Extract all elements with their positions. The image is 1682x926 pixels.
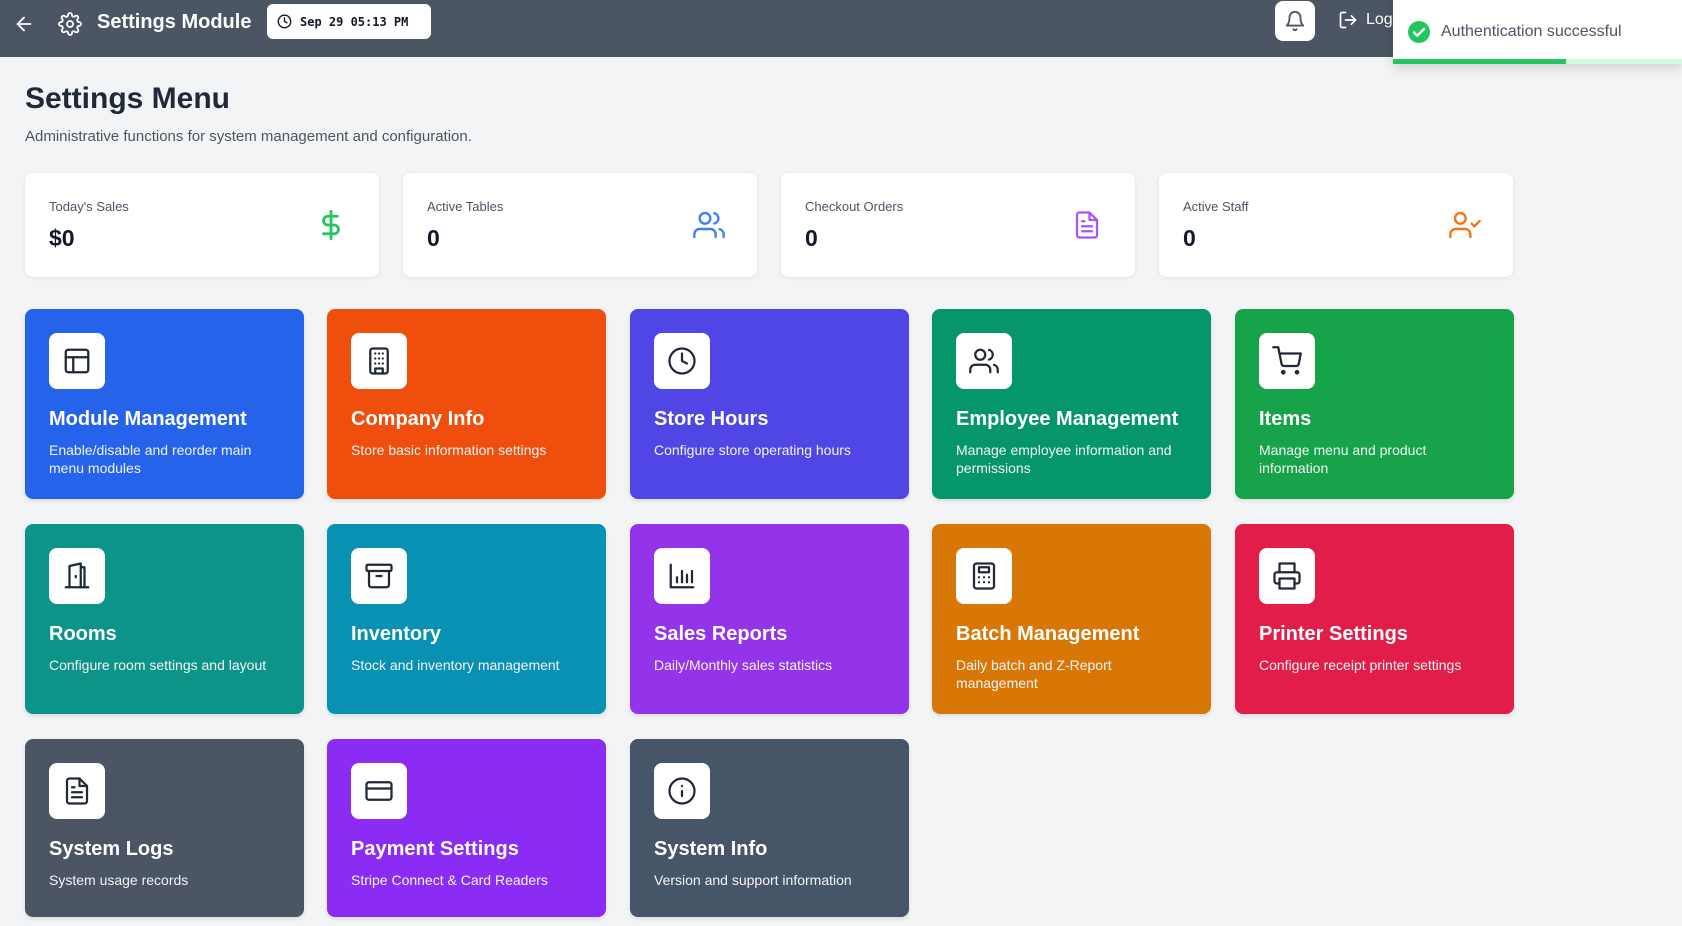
layout-icon	[49, 333, 105, 389]
card-title: Rooms	[49, 623, 117, 645]
stat-value: 0	[427, 225, 440, 251]
datetime-display: Sep 29 05:13 PM	[267, 4, 431, 39]
card-title: Printer Settings	[1259, 623, 1408, 645]
card-items[interactable]: Items Manage menu and product informatio…	[1235, 309, 1514, 499]
card-description: Manage employee information and permissi…	[956, 442, 1172, 476]
toast-notification[interactable]: Authentication successful	[1393, 0, 1682, 64]
card-description: Daily batch and Z-Report management	[956, 657, 1112, 691]
card-description: Configure room settings and layout	[49, 657, 267, 673]
page-subtitle: Administrative functions for system mana…	[25, 128, 472, 145]
card-description: Store basic information settings	[351, 442, 547, 458]
card-description: Daily/Monthly sales statistics	[654, 657, 833, 673]
card-description: Configure store operating hours	[654, 442, 851, 458]
card-title: Payment Settings	[351, 838, 519, 860]
building-icon	[351, 333, 407, 389]
card-store-hours[interactable]: Store Hours Configure store operating ho…	[630, 309, 909, 499]
logout-button[interactable]: Log	[1338, 10, 1393, 30]
bar-chart-icon	[654, 548, 710, 604]
printer-icon	[1259, 548, 1315, 604]
cart-icon	[1259, 333, 1315, 389]
stat-card-checkout-orders: Checkout Orders 0	[781, 173, 1135, 277]
card-title: Employee Management	[956, 408, 1179, 430]
card-description: Configure receipt printer settings	[1259, 657, 1462, 673]
card-description: System usage records	[49, 872, 189, 888]
stat-label: Active Staff	[1183, 199, 1249, 214]
info-icon	[654, 763, 710, 819]
toast-progress-track	[1393, 59, 1682, 64]
card-title: System Logs	[49, 838, 174, 860]
check-circle-icon	[1408, 21, 1430, 43]
card-description: Stripe Connect & Card Readers	[351, 872, 548, 888]
dollar-icon	[313, 207, 349, 243]
card-title: Store Hours	[654, 408, 769, 430]
card-title: Module Management	[49, 408, 247, 430]
card-sales-reports[interactable]: Sales Reports Daily/Monthly sales statis…	[630, 524, 909, 714]
stat-card-todays-sales: Today's Sales $0	[25, 173, 379, 277]
card-company-info[interactable]: Company Info Store basic information set…	[327, 309, 606, 499]
stat-card-active-staff: Active Staff 0	[1159, 173, 1513, 277]
logout-label: Log	[1366, 11, 1393, 28]
card-employee-management[interactable]: Employee Management Manage employee info…	[932, 309, 1211, 499]
toast-message: Authentication successful	[1441, 23, 1622, 40]
notifications-button[interactable]	[1275, 1, 1315, 41]
stat-label: Active Tables	[427, 199, 504, 214]
stat-value: 0	[1183, 225, 1196, 251]
stat-label: Checkout Orders	[805, 199, 904, 214]
document-icon	[1069, 207, 1105, 243]
back-button[interactable]	[8, 8, 40, 40]
stat-card-active-tables: Active Tables 0	[403, 173, 757, 277]
toast-progress-bar	[1393, 59, 1567, 64]
card-system-logs[interactable]: System Logs System usage records	[25, 739, 304, 917]
card-title: System Info	[654, 838, 768, 860]
card-description: Manage menu and product information	[1259, 442, 1427, 476]
card-printer-settings[interactable]: Printer Settings Configure receipt print…	[1235, 524, 1514, 714]
arrow-left-icon	[16, 16, 32, 32]
card-batch-management[interactable]: Batch Management Daily batch and Z-Repor…	[932, 524, 1211, 714]
card-rooms[interactable]: Rooms Configure room settings and layout	[25, 524, 304, 714]
app-title: Settings Module	[97, 11, 252, 33]
card-title: Company Info	[351, 408, 485, 430]
card-module-management[interactable]: Module Management Enable/disable and reo…	[25, 309, 304, 499]
clock-icon	[277, 14, 292, 29]
bell-icon	[1285, 11, 1305, 32]
stat-value: $0	[49, 225, 75, 251]
logout-icon	[1339, 11, 1357, 29]
users-icon	[956, 333, 1012, 389]
door-icon	[49, 548, 105, 604]
credit-card-icon	[351, 763, 407, 819]
page-title: Settings Menu	[25, 82, 231, 115]
card-description: Enable/disable and reorder main menu mod…	[49, 442, 252, 476]
card-title: Batch Management	[956, 623, 1140, 645]
card-inventory[interactable]: Inventory Stock and inventory management	[327, 524, 606, 714]
card-description: Version and support information	[654, 872, 852, 888]
users-icon	[691, 207, 727, 243]
clock-icon	[654, 333, 710, 389]
card-title: Inventory	[351, 623, 442, 645]
archive-icon	[351, 548, 407, 604]
card-payment-settings[interactable]: Payment Settings Stripe Connect & Card R…	[327, 739, 606, 917]
card-title: Items	[1259, 408, 1312, 430]
user-check-icon	[1447, 207, 1483, 243]
calculator-icon	[956, 548, 1012, 604]
stat-value: 0	[805, 225, 818, 251]
datetime-text: Sep 29 05:13 PM	[300, 14, 409, 29]
stat-label: Today's Sales	[49, 199, 129, 214]
gear-icon	[54, 8, 86, 40]
card-system-info[interactable]: System Info Version and support informat…	[630, 739, 909, 917]
file-text-icon	[49, 763, 105, 819]
card-description: Stock and inventory management	[351, 657, 560, 673]
card-title: Sales Reports	[654, 623, 788, 645]
